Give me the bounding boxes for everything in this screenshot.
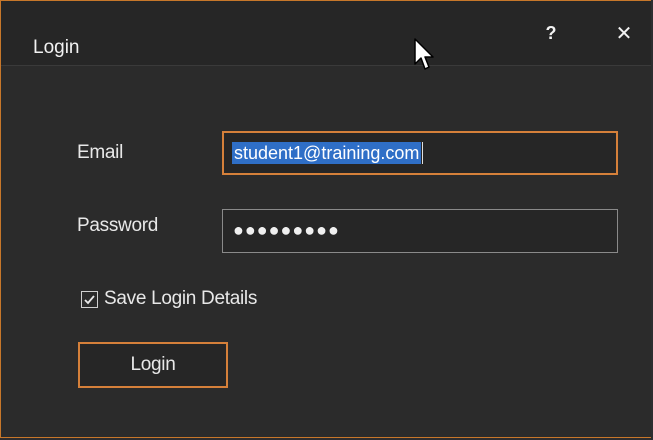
save-login-row[interactable]: Save Login Details: [81, 288, 257, 310]
title-divider: [1, 65, 651, 66]
email-value: student1@training.com: [232, 142, 422, 164]
login-button[interactable]: Login: [78, 342, 228, 388]
save-login-label: Save Login Details: [104, 288, 258, 309]
window-title: Login: [33, 37, 80, 58]
login-dialog: Login ? ✕ Email student1@training.com Pa…: [0, 0, 651, 438]
save-login-checkbox[interactable]: [81, 290, 98, 308]
password-field[interactable]: ●●●●●●●●●: [222, 209, 618, 253]
checkmark-icon: [84, 294, 95, 304]
email-label: Email: [77, 142, 124, 163]
help-button[interactable]: ?: [539, 21, 563, 45]
text-caret: [422, 142, 423, 164]
close-icon: ✕: [615, 22, 633, 45]
password-label: Password: [77, 215, 159, 236]
title-bar[interactable]: Login ? ✕: [1, 1, 651, 65]
password-value: ●●●●●●●●●: [233, 220, 340, 240]
login-button-label: Login: [130, 354, 176, 375]
help-icon: ?: [545, 22, 557, 43]
email-field[interactable]: student1@training.com: [222, 131, 618, 175]
close-button[interactable]: ✕: [612, 21, 636, 45]
mouse-cursor-icon: [414, 38, 434, 70]
